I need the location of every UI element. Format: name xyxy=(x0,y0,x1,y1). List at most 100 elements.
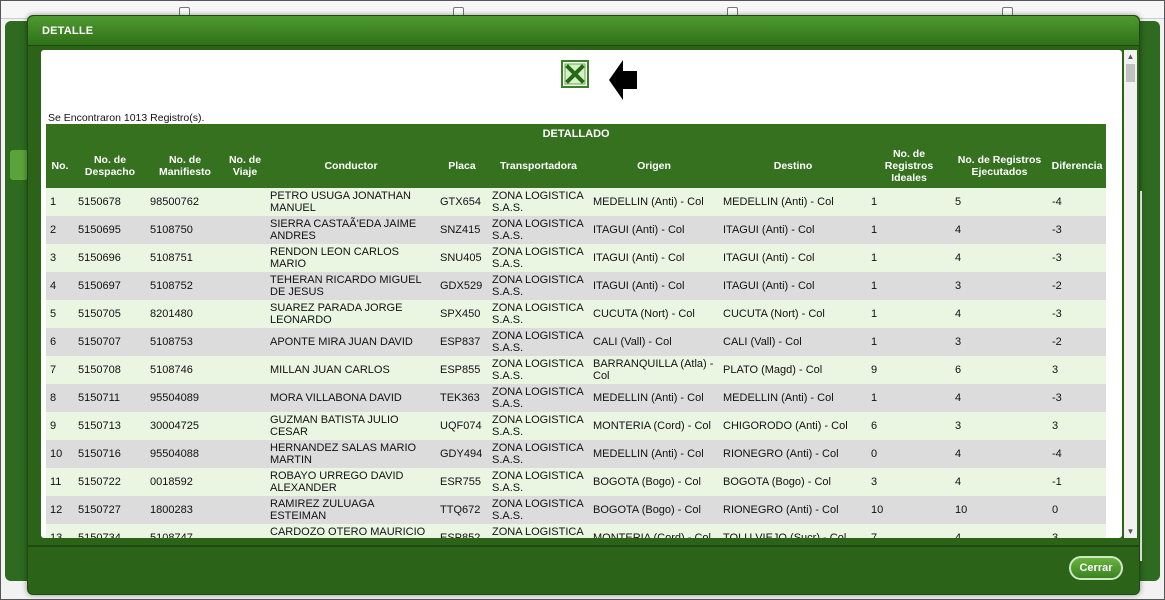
table-cell: MORA VILLABONA DAVID xyxy=(266,384,436,412)
column-header: Conductor xyxy=(266,144,436,188)
table-cell: ZONA LOGISTICA S.A.S. xyxy=(488,384,589,412)
table-cell: 3 xyxy=(951,272,1048,300)
table-cell: 3 xyxy=(1048,356,1106,384)
table-cell: CALI (Vall) - Col xyxy=(719,328,867,356)
table-cell: 5150716 xyxy=(74,440,146,468)
table-cell: -4 xyxy=(1048,440,1106,468)
table-cell: 5108752 xyxy=(146,272,224,300)
table-cell: 5150713 xyxy=(74,412,146,440)
close-button[interactable]: Cerrar xyxy=(1069,556,1123,580)
table-cell: 95504088 xyxy=(146,440,224,468)
background-tab[interactable] xyxy=(9,149,29,181)
table-cell: ITAGUI (Anti) - Col xyxy=(589,272,719,300)
scroll-up-icon[interactable]: ▲ xyxy=(1124,50,1137,63)
table-cell: 5108750 xyxy=(146,216,224,244)
detail-table: DETALLADO No. No. de Despacho No. de Manif… xyxy=(46,124,1106,538)
table-cell: 5150734 xyxy=(74,524,146,538)
table-cell: ZONA LOGISTICA S.A.S. xyxy=(488,244,589,272)
table-cell: 30004725 xyxy=(146,412,224,440)
column-header: No. de Manifiesto xyxy=(146,144,224,188)
table-cell: ITAGUI (Anti) - Col xyxy=(719,244,867,272)
table-cell: 13 xyxy=(46,524,74,538)
table-row[interactable]: 10 5150716 95504088 HERNANDEZ SALAS MARIO M… xyxy=(46,440,1106,468)
table-row[interactable]: 2 5150695 5108750 SIERRA CASTAÃ'EDA JAIME A… xyxy=(46,216,1106,244)
table-cell: 5 xyxy=(951,188,1048,216)
table-cell: 5150697 xyxy=(74,272,146,300)
table-cell: CHIGORODO (Anti) - Col xyxy=(719,412,867,440)
table-cell: ZONA LOGISTICA S.A.S. xyxy=(488,412,589,440)
table-row[interactable]: 4 5150697 5108752 TEHERAN RICARDO MIGUEL DE… xyxy=(46,272,1106,300)
table-cell: MEDELLIN (Anti) - Col xyxy=(589,384,719,412)
table-cell: ZONA LOGISTICA S.A.S. xyxy=(488,300,589,328)
table-row[interactable]: 1351507345108747 CARDOZO OTERO MAURICIO A… xyxy=(46,524,1106,538)
table-cell xyxy=(224,384,266,412)
table-cell: ZONA LOGISTICA S.A.S. xyxy=(488,524,589,538)
table-cell: SNU405 xyxy=(436,244,488,272)
table-cell: -3 xyxy=(1048,244,1106,272)
table-cell: ZONA LOGISTICA S.A.S. xyxy=(488,216,589,244)
table-cell: ESP852 xyxy=(436,524,488,538)
column-header: No. de Despacho xyxy=(74,144,146,188)
table-row[interactable]: 8 5150711 95504089 MORA VILLABONA DAVID TEK3… xyxy=(46,384,1106,412)
table-cell: 6 xyxy=(951,356,1048,384)
table-cell: TOLU VIEJO (Sucr) - Col xyxy=(719,524,867,538)
table-cell: 5150678 xyxy=(74,188,146,216)
column-header: Diferencia xyxy=(1048,144,1106,188)
table-cell: 1800283 xyxy=(146,496,224,524)
footer-divider xyxy=(28,545,1139,547)
table-row[interactable]: 11 5150722 0018592 ROBAYO URREGO DAVID ALEX… xyxy=(46,468,1106,496)
table-cell: RENDON LEON CARLOS MARIO xyxy=(266,244,436,272)
table-cell: ZONA LOGISTICA S.A.S. xyxy=(488,440,589,468)
table-cell: SPX450 xyxy=(436,300,488,328)
export-area xyxy=(561,58,641,106)
table-cell xyxy=(224,244,266,272)
table-cell xyxy=(224,188,266,216)
table-row[interactable]: 5 5150705 8201480 SUAREZ PARADA JORGE LEONA… xyxy=(46,300,1106,328)
table-cell: 10 xyxy=(46,440,74,468)
table-cell xyxy=(224,300,266,328)
column-header: No. de Registros Ideales xyxy=(867,144,951,188)
table-cell: 5150696 xyxy=(74,244,146,272)
table-cell: MEDELLIN (Anti) - Col xyxy=(589,440,719,468)
vertical-scrollbar[interactable]: ▲ ▼ xyxy=(1124,50,1137,538)
table-cell: MEDELLIN (Anti) - Col xyxy=(719,384,867,412)
table-caption: DETALLADO xyxy=(46,124,1106,144)
table-cell: MONTERIA (Cord) - Col xyxy=(589,412,719,440)
table-cell: BOGOTA (Bogo) - Col xyxy=(589,468,719,496)
table-cell: 3 xyxy=(1048,524,1106,538)
table-row[interactable]: 9 5150713 30004725 GUZMAN BATISTA JULIO CES… xyxy=(46,412,1106,440)
column-header: No. de Viaje xyxy=(224,144,266,188)
table-row[interactable]: 1 5150678 98500762 PETRO USUGA JONATHAN MAN… xyxy=(46,188,1106,216)
table-cell xyxy=(224,216,266,244)
table-cell: PLATO (Magd) - Col xyxy=(719,356,867,384)
table-cell: 1 xyxy=(867,188,951,216)
table-row[interactable]: 7 5150708 5108746 MILLAN JUAN CARLOS ESP855 Z… xyxy=(46,356,1106,384)
table-cell: TTQ672 xyxy=(436,496,488,524)
column-header: Transportadora xyxy=(488,144,589,188)
scroll-thumb[interactable] xyxy=(1126,64,1135,82)
table-cell: 1 xyxy=(867,244,951,272)
table-cell: RIONEGRO (Anti) - Col xyxy=(719,496,867,524)
table-row[interactable]: 12 5150727 1800283 RAMIREZ ZULUAGA ESTEIMAN… xyxy=(46,496,1106,524)
table-row[interactable]: 6 5150707 5108753 APONTE MIRA JUAN DAVID ESP… xyxy=(46,328,1106,356)
detail-dialog: DETALLE Se Encontraron 1013 Registro(s). xyxy=(27,15,1140,595)
dialog-title: DETALLE xyxy=(42,25,94,37)
table-cell: ZONA LOGISTICA S.A.S. xyxy=(488,356,589,384)
table-cell: MONTERIA (Cord) - Col xyxy=(589,524,719,538)
records-count: Se Encontraron 1013 Registro(s). xyxy=(48,112,205,124)
table-cell: CUCUTA (Nort) - Col xyxy=(589,300,719,328)
table-cell: 3 xyxy=(46,244,74,272)
table-cell: 5150705 xyxy=(74,300,146,328)
table-cell: 5108746 xyxy=(146,356,224,384)
table-cell: 4 xyxy=(46,272,74,300)
table-row[interactable]: 3 5150696 5108751 RENDON LEON CARLOS MARIO S… xyxy=(46,244,1106,272)
excel-icon[interactable] xyxy=(561,60,589,88)
table-cell: GUZMAN BATISTA JULIO CESAR xyxy=(266,412,436,440)
table-cell: MEDELLIN (Anti) - Col xyxy=(589,188,719,216)
table-cell xyxy=(224,524,266,538)
table-cell: GDY494 xyxy=(436,440,488,468)
table-cell: 10 xyxy=(867,496,951,524)
scroll-down-icon[interactable]: ▼ xyxy=(1124,525,1137,538)
table-cell xyxy=(224,412,266,440)
table-cell: ZONA LOGISTICA S.A.S. xyxy=(488,468,589,496)
